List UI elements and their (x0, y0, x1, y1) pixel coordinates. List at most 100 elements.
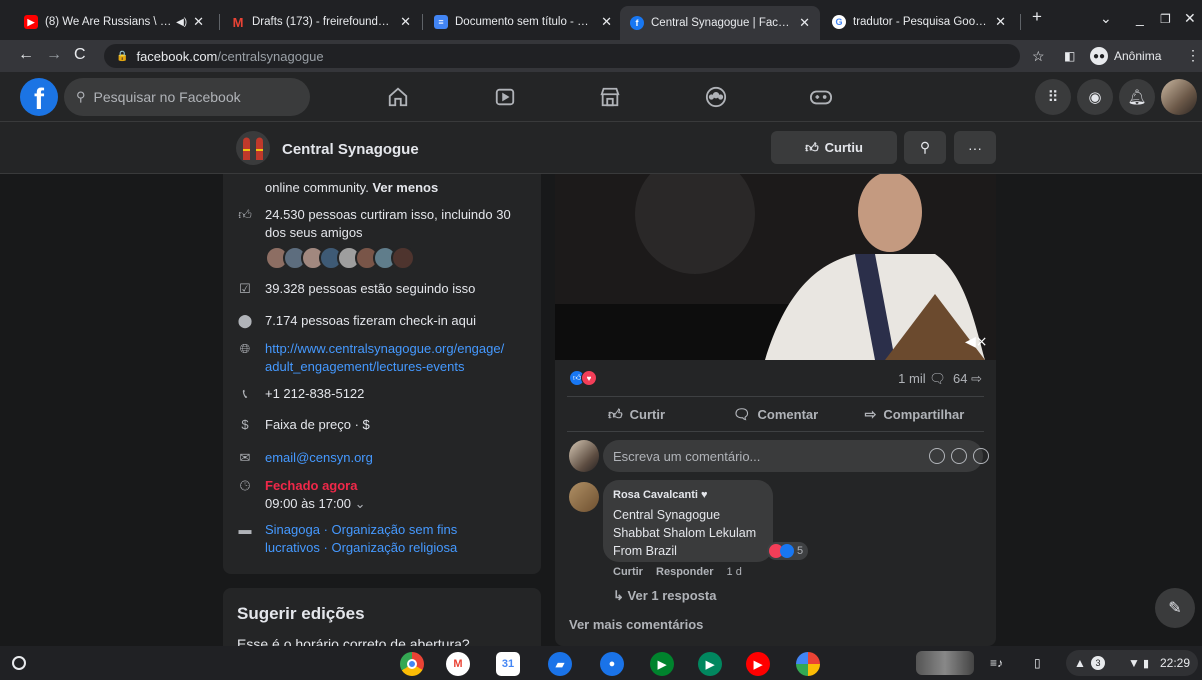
globe-icon: 🌐︎ (239, 341, 251, 356)
like-button[interactable]: 👍︎ Curtir (567, 397, 706, 431)
meet-icon[interactable]: ▶ (650, 652, 674, 676)
category-link[interactable]: Sinagoga (265, 522, 320, 537)
browser-tab-docs[interactable]: ≡ Documento sem título - Docum ✕ (424, 8, 622, 36)
close-tab-icon[interactable]: ✕ (601, 14, 612, 30)
calendar-icon[interactable]: 31 (496, 652, 520, 676)
share-button[interactable]: ⇨ Compartilhar (845, 397, 984, 431)
liked-button[interactable]: 👍︎ Curtiu (771, 131, 897, 164)
photos-icon[interactable] (796, 652, 820, 676)
new-tab-icon[interactable]: + (1032, 7, 1042, 27)
comment-author[interactable]: Rosa Cavalcanti (613, 489, 698, 501)
home-icon[interactable] (385, 84, 411, 110)
os-shelf: M 31 ▰ ● ▶ ▶ ▶ ≡♪ ▯ ▲ 3 ▼ ▮ 22:29 (0, 646, 1202, 680)
close-window-icon[interactable]: ✕ (1184, 10, 1196, 27)
comment-reply-link[interactable]: Responder (656, 566, 713, 578)
messenger-icon[interactable]: ◉ (1077, 79, 1113, 115)
page-title[interactable]: Central Synagogue (282, 141, 419, 158)
post-counts[interactable]: 1 mil 🗨︎ 64 ⇨ (898, 371, 982, 387)
mute-icon[interactable]: ◀× (965, 334, 988, 350)
play-store-icon[interactable]: ▶ (698, 652, 722, 676)
notifications-bell-icon[interactable]: 🔔︎ (1119, 79, 1155, 115)
browser-menu-icon[interactable]: ⋮ (1186, 47, 1200, 64)
media-controls-icon[interactable]: ≡♪ (990, 651, 1003, 675)
restore-icon[interactable]: ❐ (1160, 12, 1171, 26)
tab-search-icon[interactable]: ⌄ (1100, 10, 1112, 27)
close-tab-icon[interactable]: ✕ (400, 14, 411, 30)
holding-space-thumbnail[interactable] (916, 651, 974, 675)
browser-tab-gmail[interactable]: M Drafts (173) - freirefoundation ✕ (221, 8, 421, 36)
see-less-link[interactable]: Ver menos (372, 179, 438, 197)
new-message-button[interactable]: ✎ (1155, 588, 1195, 628)
close-tab-icon[interactable]: ✕ (995, 14, 1006, 30)
comment-bubble: Rosa Cavalcanti ♥ Central Synagogue Shab… (603, 480, 773, 562)
reaction-summary[interactable]: 👍︎ ♥ 1 mil 🗨︎ 64 ⇨ (555, 360, 996, 396)
bookmark-star-icon[interactable]: ☆ (1032, 48, 1045, 65)
close-tab-icon[interactable]: ✕ (193, 14, 204, 30)
launcher-icon[interactable] (12, 656, 26, 670)
more-options-button[interactable]: ··· (954, 131, 996, 164)
gmail-icon[interactable]: M (446, 652, 470, 676)
warning-icon: ▲ (1074, 656, 1086, 670)
avatar (391, 246, 415, 270)
groups-icon[interactable] (703, 84, 729, 110)
audio-playing-icon: ◀) (176, 16, 188, 28)
menu-grid-icon[interactable]: ⠿ (1035, 79, 1071, 115)
emoji-icon[interactable] (951, 448, 967, 464)
comment-input[interactable]: Escreva um comentário... (603, 440, 989, 472)
browser-tab-facebook[interactable]: f Central Synagogue | Facebook ✕ (620, 6, 820, 40)
video-frame-image: ◀× (555, 174, 996, 360)
page-info-card: online community. Ver menos 👍︎ 24.530 pe… (223, 174, 541, 574)
files-icon[interactable]: ▰ (548, 652, 572, 676)
incognito-icon: ●● (1090, 47, 1108, 65)
hours-dropdown[interactable]: 09:00 às 17:00 ⌄ (265, 496, 366, 511)
marketplace-icon[interactable] (597, 84, 623, 110)
avatar[interactable] (569, 482, 599, 512)
tab-separator (219, 14, 220, 30)
forward-icon[interactable]: → (46, 46, 62, 64)
back-icon[interactable]: ← (18, 46, 34, 64)
view-replies-link[interactable]: ↳ Ver 1 resposta (613, 588, 716, 604)
phone-hub-icon[interactable]: ▯ (1034, 651, 1041, 675)
browser-tab-google[interactable]: G tradutor - Pesquisa Google ✕ (822, 8, 1016, 36)
phone-icon: 📞︎ (242, 386, 248, 401)
avatar[interactable] (569, 440, 599, 472)
email-link[interactable]: email@censyn.org (265, 449, 373, 467)
incognito-indicator[interactable]: ●● Anônima (1090, 47, 1161, 65)
tab-separator (422, 14, 423, 30)
browser-tab-youtube[interactable]: ▶ (8) We Are Russians \ Mbi ◀) ✕ (14, 8, 214, 36)
comment-time[interactable]: 1 d (727, 566, 742, 578)
close-tab-icon[interactable]: ✕ (799, 15, 810, 31)
comment-reactions[interactable]: 5 (767, 542, 809, 560)
category-link[interactable]: Organização religiosa (331, 540, 457, 555)
reload-icon[interactable]: C (74, 46, 86, 64)
watch-icon[interactable] (492, 84, 518, 110)
search-icon: ⚲ (919, 139, 931, 155)
facebook-search-input[interactable]: ⚲ Pesquisar no Facebook (64, 78, 310, 116)
phone-row: 📞︎ +1 212-838-5122 (235, 385, 365, 403)
comment-button[interactable]: 🗨︎ Comentar (706, 397, 845, 431)
gif-icon[interactable] (973, 448, 989, 464)
address-bar[interactable]: 🔒 facebook.com/centralsynagogue (104, 44, 1020, 68)
suggest-edits-title: Sugerir edições (237, 604, 365, 623)
envelope-icon: ✉ (239, 450, 251, 465)
website-link[interactable]: http://www.centralsynagogue.org/engage/a… (265, 340, 504, 376)
messages-icon[interactable]: ● (600, 652, 624, 676)
page-profile-picture[interactable] (236, 131, 270, 165)
chrome-icon[interactable] (400, 652, 424, 676)
gaming-icon[interactable] (808, 84, 834, 110)
synagogue-logo-icon (243, 137, 263, 160)
likes-row: 👍︎ 24.530 pessoas curtiram isso, incluin… (235, 206, 535, 242)
friends-who-like[interactable] (265, 246, 415, 270)
page-search-button[interactable]: ⚲ (904, 131, 946, 164)
youtube-icon[interactable]: ▶ (746, 652, 770, 676)
minimize-icon[interactable]: _ (1136, 10, 1144, 26)
profile-avatar[interactable] (1161, 79, 1197, 115)
more-comments-link[interactable]: Ver mais comentários (569, 617, 703, 632)
post-video[interactable]: ◀× (555, 174, 996, 360)
sticker-icon[interactable] (929, 448, 945, 464)
website-row: 🌐︎ http://www.centralsynagogue.org/engag… (235, 340, 504, 376)
facebook-logo-icon[interactable]: f (20, 78, 58, 116)
side-panel-icon[interactable]: ◧ (1064, 49, 1075, 63)
comment-text-line: From Brazil (613, 544, 677, 558)
comment-like-link[interactable]: Curtir (613, 566, 643, 578)
